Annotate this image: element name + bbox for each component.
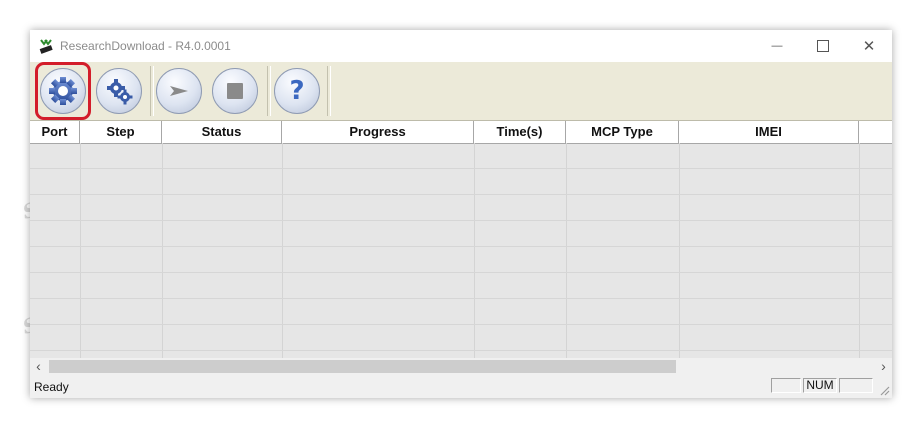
status-bar: Ready NUM <box>30 375 892 398</box>
column-header-progress[interactable]: Progress <box>282 121 474 143</box>
title-bar[interactable]: ResearchDownload - R4.0.0001 — ✕ <box>30 30 892 62</box>
toolbar-separator <box>327 66 331 116</box>
scroll-left-icon[interactable]: ‹ <box>30 358 47 375</box>
status-panel <box>839 378 873 393</box>
column-header-time[interactable]: Time(s) <box>474 121 566 143</box>
column-header-imei[interactable]: IMEI <box>679 121 859 143</box>
num-lock-indicator: NUM <box>803 378 837 393</box>
table-header: Port Step Status Progress Time(s) MCP Ty… <box>30 121 892 144</box>
grid-line <box>30 272 892 273</box>
grid-line <box>30 324 892 325</box>
minimize-button[interactable]: — <box>754 30 800 62</box>
scrollbar-thumb[interactable] <box>49 360 676 373</box>
grid-line <box>80 143 81 358</box>
grid-line <box>30 298 892 299</box>
toolbar-separator <box>150 66 154 116</box>
grid-line <box>162 143 163 358</box>
status-text: Ready <box>34 380 69 394</box>
port-status-table[interactable]: Port Step Status Progress Time(s) MCP Ty… <box>30 121 892 358</box>
stop-icon <box>227 83 243 99</box>
start-download-button[interactable] <box>156 68 202 114</box>
scroll-right-icon[interactable]: › <box>875 358 892 375</box>
highlight-frame <box>35 62 91 120</box>
research-download-app-icon <box>39 39 53 54</box>
window-title: ResearchDownload - R4.0.0001 <box>60 39 231 53</box>
grid-line <box>474 143 475 358</box>
help-button[interactable]: ? <box>274 68 320 114</box>
close-icon: ✕ <box>862 38 876 55</box>
gears-icon <box>107 79 133 105</box>
column-header-status[interactable]: Status <box>162 121 282 143</box>
resize-grip-icon[interactable] <box>878 384 890 396</box>
grid-line <box>859 143 860 358</box>
question-icon: ? <box>289 76 305 106</box>
stop-download-button[interactable] <box>212 68 258 114</box>
app-window: ResearchDownload - R4.0.0001 — ✕ ? Port … <box>30 30 892 398</box>
toolbar-separator <box>267 66 271 116</box>
grid-line <box>30 220 892 221</box>
status-panel <box>771 378 801 393</box>
grid-line <box>30 246 892 247</box>
column-header-extra[interactable] <box>859 121 892 143</box>
grid-line <box>282 143 283 358</box>
maximize-button[interactable] <box>800 30 846 62</box>
close-button[interactable]: ✕ <box>846 30 892 62</box>
maximize-icon <box>817 40 829 52</box>
horizontal-scrollbar[interactable]: ‹ › <box>30 358 892 375</box>
grid-line <box>566 143 567 358</box>
column-header-mcp-type[interactable]: MCP Type <box>566 121 679 143</box>
grid-line <box>30 350 892 351</box>
grid-line <box>30 194 892 195</box>
column-header-step[interactable]: Step <box>80 121 162 143</box>
grid-line <box>30 168 892 169</box>
grid-line <box>679 143 680 358</box>
column-header-port[interactable]: Port <box>30 121 80 143</box>
minimize-icon: — <box>771 40 783 52</box>
toolbar: ? <box>30 62 892 121</box>
play-icon <box>170 86 188 96</box>
settings-button[interactable] <box>96 68 142 114</box>
